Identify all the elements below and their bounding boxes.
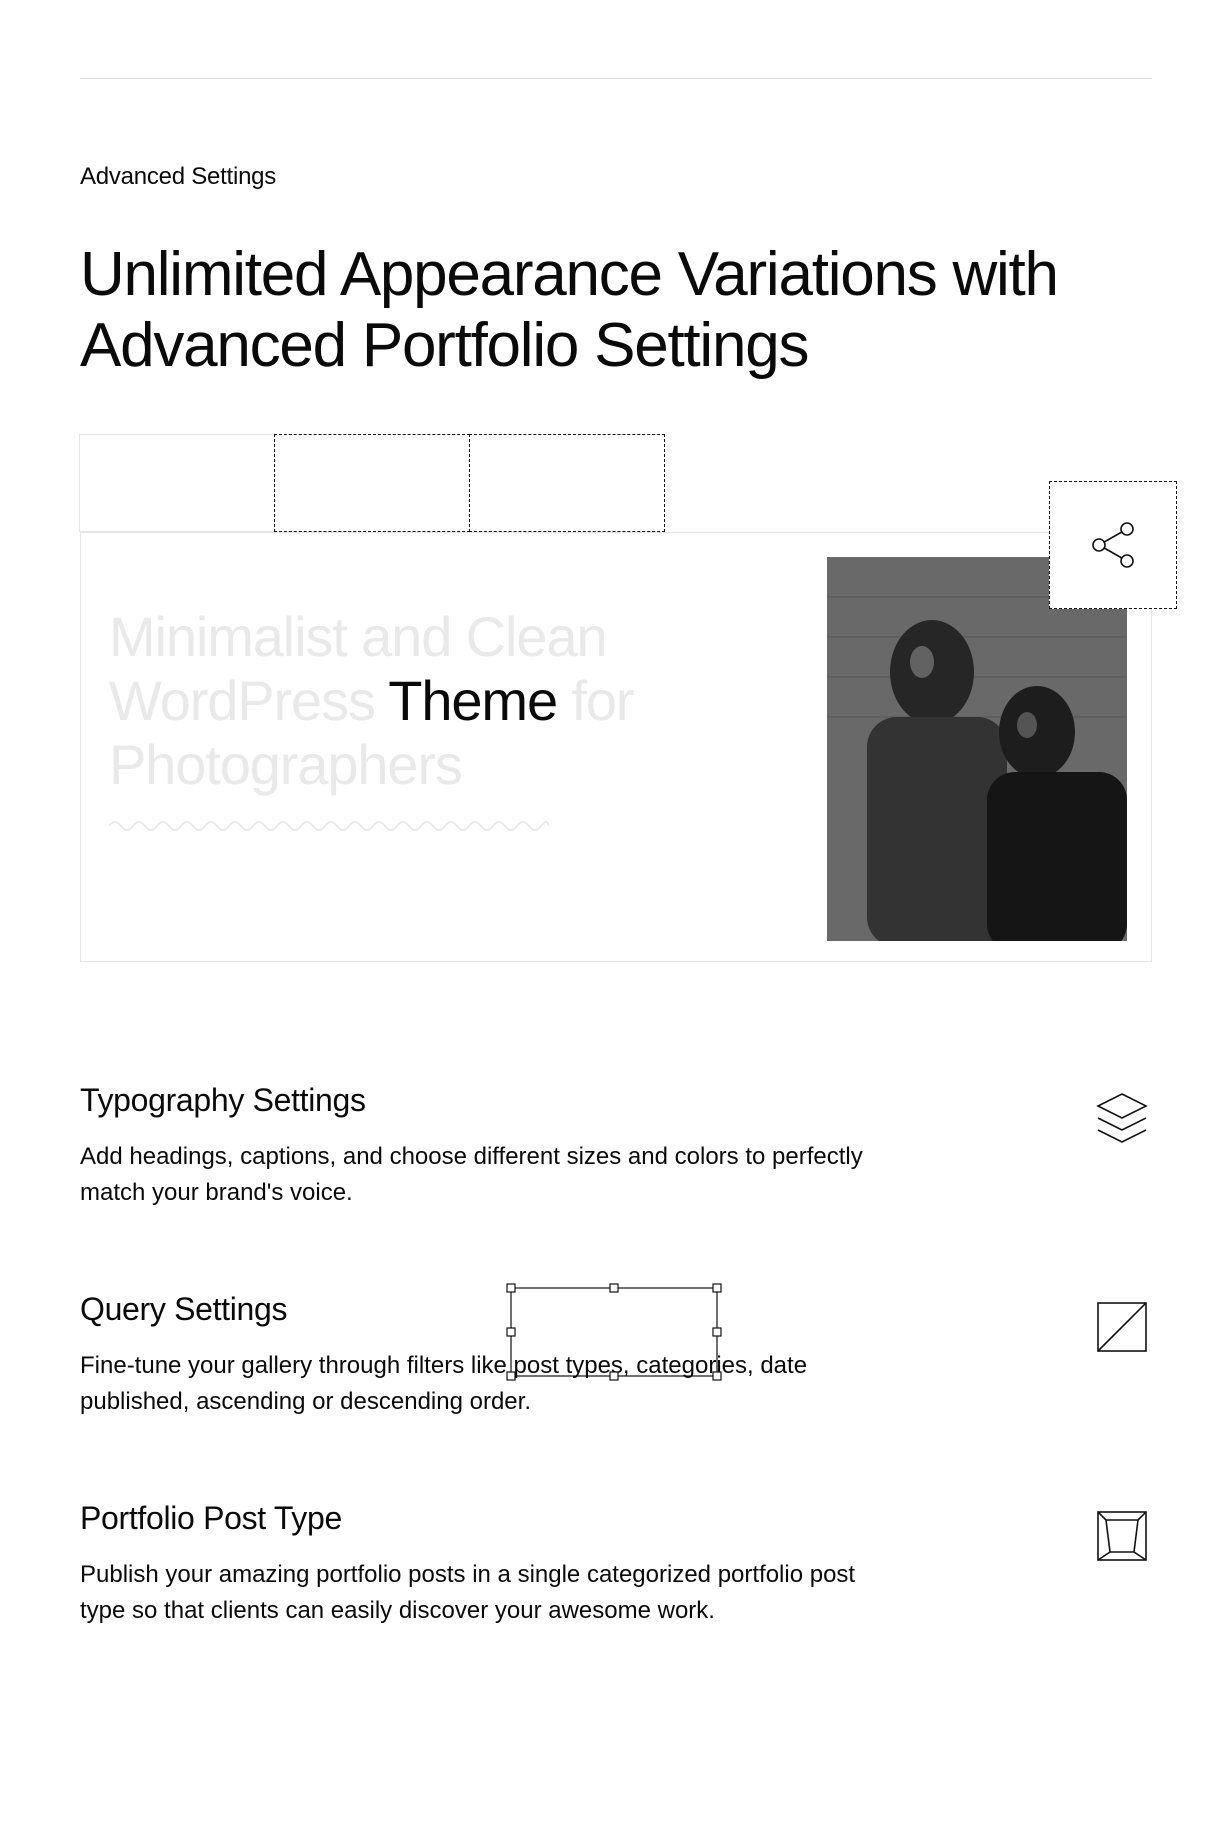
editor-canvas: Minimalist and Clean WordPress Theme for…: [80, 532, 1152, 962]
top-divider: [80, 78, 1152, 79]
feature-query: Query Settings Fine-tune your gallery th…: [80, 1291, 1152, 1420]
square-slash-icon: [1092, 1297, 1152, 1357]
features-list: Typography Settings Add headings, captio…: [80, 1082, 1152, 1629]
squiggle-underline: [109, 818, 549, 834]
feature-typography: Typography Settings Add headings, captio…: [80, 1082, 1152, 1211]
ghost-heading: Minimalist and Clean WordPress Theme for…: [109, 605, 759, 798]
editor-tab-placeholder-1[interactable]: [274, 434, 470, 532]
section-eyebrow: Advanced Settings: [80, 163, 1152, 191]
ghost-line-2-post: for: [557, 669, 633, 732]
editor-tabs: [79, 434, 664, 532]
feature-title: Typography Settings: [80, 1082, 900, 1119]
feature-desc: Add headings, captions, and choose diffe…: [80, 1139, 900, 1211]
editor-tab-placeholder-2[interactable]: [469, 434, 665, 532]
section-headline: Unlimited Appearance Variations with Adv…: [80, 239, 1152, 382]
feature-desc: Fine-tune your gallery through filters l…: [80, 1348, 900, 1420]
editor-canvas-wrap: Minimalist and Clean WordPress Theme for…: [80, 532, 1152, 962]
ghost-line-1: Minimalist and Clean: [109, 605, 606, 668]
ghost-line-3: Photographers: [109, 733, 462, 796]
ghost-line-2-pre: WordPress: [109, 669, 388, 732]
share-icon: [1087, 519, 1139, 571]
share-widget[interactable]: [1049, 481, 1177, 609]
editor-tab-active[interactable]: [79, 434, 275, 532]
feature-title: Query Settings: [80, 1291, 900, 1328]
ghost-highlight-word[interactable]: Theme: [388, 669, 557, 732]
sample-photo: [827, 557, 1127, 941]
feature-title: Portfolio Post Type: [80, 1500, 900, 1537]
frame-icon: [1092, 1506, 1152, 1566]
feature-portfolio-post-type: Portfolio Post Type Publish your amazing…: [80, 1500, 1152, 1629]
feature-desc: Publish your amazing portfolio posts in …: [80, 1557, 900, 1629]
layers-icon: [1092, 1088, 1152, 1148]
